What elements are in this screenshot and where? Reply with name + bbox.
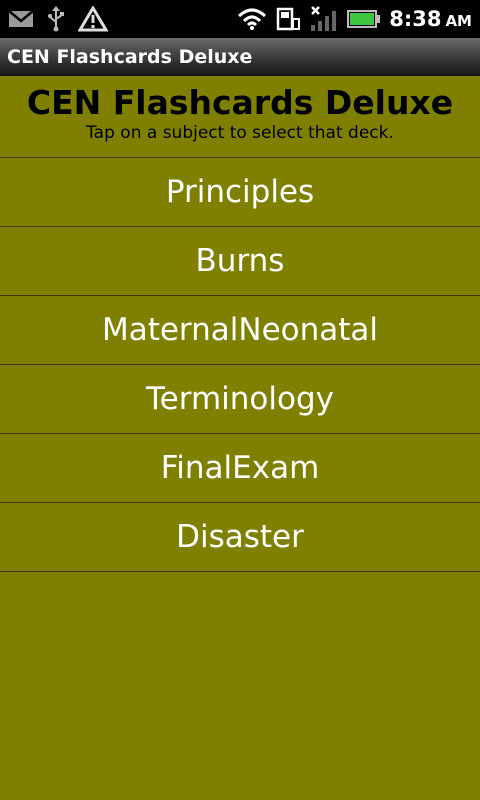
- deck-item-maternal-neonatal[interactable]: MaternalNeonatal: [0, 296, 480, 365]
- deck-label: MaternalNeonatal: [101, 312, 379, 348]
- deck-list: Principles Burns MaternalNeonatal Termin…: [0, 157, 480, 572]
- deck-item-disaster[interactable]: Disaster: [0, 503, 480, 572]
- deck-item-burns[interactable]: Burns: [0, 227, 480, 296]
- clock-time: 8:38: [389, 7, 442, 31]
- deck-label: Burns: [195, 243, 285, 279]
- wifi-icon: [237, 7, 267, 31]
- deck-item-principles[interactable]: Principles: [0, 158, 480, 227]
- deck-label: Principles: [165, 174, 315, 210]
- deck-label: Disaster: [176, 519, 304, 555]
- signal-icon: [309, 5, 339, 33]
- sd-card-icon: [275, 6, 301, 32]
- deck-item-final-exam[interactable]: FinalExam: [0, 434, 480, 503]
- deck-label: FinalExam: [160, 450, 320, 486]
- deck-item-terminology[interactable]: Terminology: [0, 365, 480, 434]
- gmail-icon[interactable]: [8, 9, 34, 29]
- battery-icon: [347, 9, 381, 29]
- app-title: CEN Flashcards Deluxe: [7, 45, 253, 68]
- page-subtitle: Tap on a subject to select that deck.: [86, 123, 394, 143]
- deck-label: Terminology: [146, 381, 334, 417]
- app-title-bar: CEN Flashcards Deluxe: [0, 38, 480, 76]
- clock: 8:38 AM: [389, 7, 472, 31]
- notification-icons: [0, 0, 108, 38]
- usb-icon[interactable]: [46, 6, 66, 32]
- main-content: CEN Flashcards Deluxe Tap on a subject t…: [0, 76, 480, 800]
- clock-ampm: AM: [445, 12, 472, 30]
- page-title: CEN Flashcards Deluxe: [26, 83, 454, 122]
- status-bar: 8:38 AM: [0, 0, 480, 38]
- warning-icon[interactable]: [78, 6, 108, 32]
- system-icons: 8:38 AM: [237, 0, 480, 38]
